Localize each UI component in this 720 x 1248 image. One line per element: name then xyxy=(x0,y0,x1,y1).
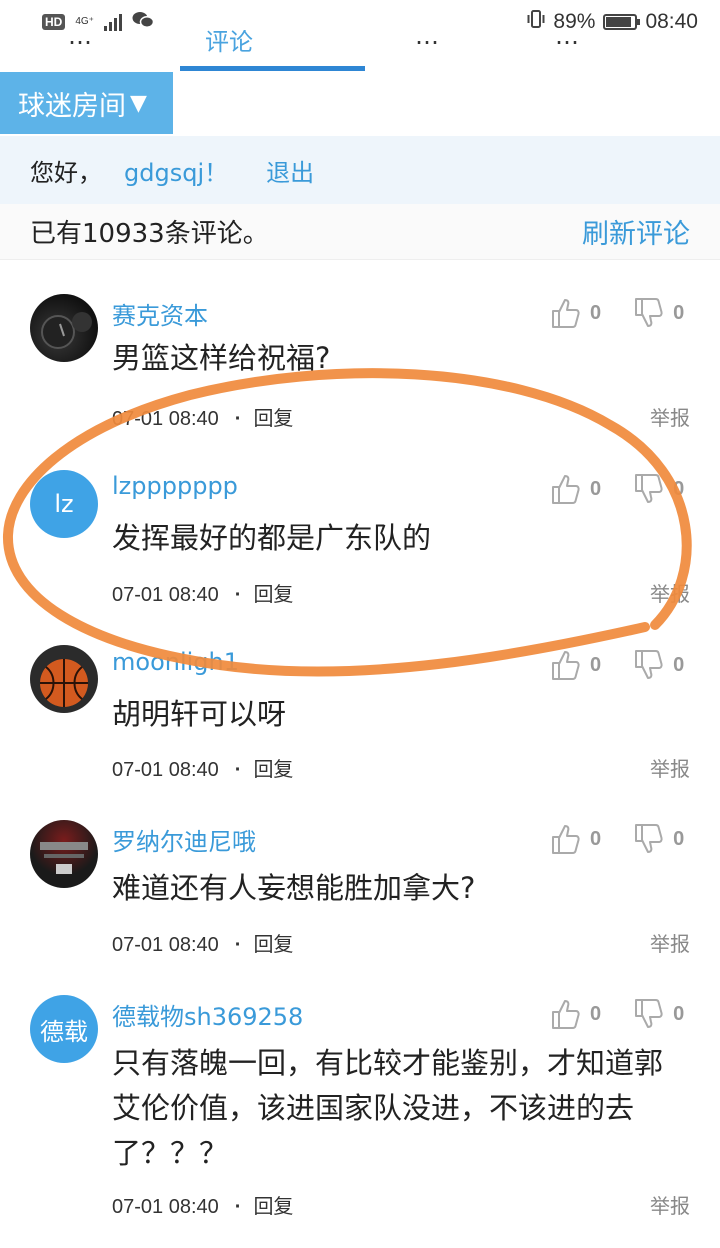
comment-meta: 07-01 08:40 · 回复 xyxy=(112,1194,294,1218)
avatar[interactable]: lz xyxy=(30,470,98,538)
avatar-initials: lz xyxy=(54,490,74,518)
vote-group: 0 0 xyxy=(550,472,684,506)
chevron-down-icon: ▼ xyxy=(130,90,147,116)
comment-username[interactable]: 德载物sh369258 xyxy=(112,997,303,1032)
tab-3[interactable]: … xyxy=(415,30,439,50)
avatar[interactable] xyxy=(30,645,98,713)
reply-button[interactable]: 回复 xyxy=(253,757,293,781)
refresh-comments-button[interactable]: 刷新评论 xyxy=(582,212,690,251)
dislike-button[interactable]: 0 xyxy=(633,997,684,1031)
signal-icon xyxy=(103,13,122,31)
comment-username[interactable]: 罗纳尔迪尼哦 xyxy=(112,822,256,857)
comment-count: 已有10933条评论。 xyxy=(30,219,269,249)
thumbs-up-icon xyxy=(552,825,580,854)
reply-button[interactable]: 回复 xyxy=(253,406,293,430)
tab-4[interactable]: … xyxy=(555,30,579,50)
thumbs-down-icon xyxy=(635,650,663,679)
fan-room-dropdown[interactable]: 球迷房间 ▼ xyxy=(0,72,173,134)
thumbs-down-icon xyxy=(635,824,663,853)
dislike-count: 0 xyxy=(673,477,685,500)
tab-1[interactable]: … xyxy=(68,30,92,50)
comment-time: 07-01 08:40 xyxy=(112,408,219,430)
avatar[interactable] xyxy=(30,820,98,888)
report-button[interactable]: 举报 xyxy=(650,578,690,607)
dislike-button[interactable]: 0 xyxy=(633,472,684,506)
battery-icon xyxy=(603,14,641,30)
comment-count-bar: 已有10933条评论。 刷新评论 xyxy=(0,204,720,260)
comment-meta: 07-01 08:40 · 回复 xyxy=(112,932,294,956)
like-count: 0 xyxy=(590,827,602,850)
battery-fill xyxy=(606,17,632,27)
dislike-count: 0 xyxy=(673,1002,685,1025)
greeting-bar: 您好， gdgsqj！ 退出 xyxy=(0,136,720,204)
vote-group: 0 0 xyxy=(550,822,684,856)
comment-meta: 07-01 08:40 · 回复 xyxy=(112,406,294,430)
comment-text: 难道还有人妄想能胜加拿大? xyxy=(112,871,476,905)
dislike-button[interactable]: 0 xyxy=(633,822,684,856)
comment-meta: 07-01 08:40 · 回复 xyxy=(112,757,294,781)
comment-text: 胡明轩可以呀 xyxy=(112,697,287,731)
active-tab-indicator xyxy=(180,66,365,71)
thumbs-down-icon xyxy=(635,298,663,327)
thumbs-up-icon xyxy=(552,1000,580,1029)
reply-button[interactable]: 回复 xyxy=(253,1194,293,1218)
poster-avatar-image xyxy=(40,842,88,874)
comment-text: 男篮这样给祝福? xyxy=(112,341,331,375)
like-button[interactable]: 0 xyxy=(550,822,601,856)
network-type-label: 4G⁺ xyxy=(75,16,94,27)
tab-comments[interactable]: 评论 xyxy=(205,30,253,57)
like-button[interactable]: 0 xyxy=(550,648,601,682)
dislike-count: 0 xyxy=(673,827,685,850)
tab-bar: … 评论 … … xyxy=(0,30,720,70)
like-count: 0 xyxy=(590,301,602,324)
reply-button[interactable]: 回复 xyxy=(253,932,293,956)
report-button[interactable]: 举报 xyxy=(650,402,690,431)
dislike-button[interactable]: 0 xyxy=(633,648,684,682)
dislike-button[interactable]: 0 xyxy=(633,296,684,330)
vote-group: 0 0 xyxy=(550,296,684,330)
avatar[interactable] xyxy=(30,294,98,362)
thumbs-down-icon xyxy=(635,474,663,503)
like-button[interactable]: 0 xyxy=(550,472,601,506)
avatar-initials: 德载 xyxy=(40,1017,88,1046)
dislike-count: 0 xyxy=(673,301,685,324)
basketball-avatar-image xyxy=(40,659,88,707)
hd-icon: HD xyxy=(42,14,66,30)
avatar[interactable]: 德载 xyxy=(30,995,98,1063)
avatar-image xyxy=(41,312,92,349)
like-count: 0 xyxy=(590,477,602,500)
comment-text: 发挥最好的都是广东队的 xyxy=(112,521,432,555)
like-count: 0 xyxy=(590,1002,602,1025)
comment-time: 07-01 08:40 xyxy=(112,759,219,781)
greeting-prefix: 您好， xyxy=(30,158,102,187)
report-button[interactable]: 举报 xyxy=(650,753,690,782)
vote-group: 0 0 xyxy=(550,997,684,1031)
report-button[interactable]: 举报 xyxy=(650,928,690,957)
comment-username[interactable]: moonligh1 xyxy=(112,648,239,676)
logout-link[interactable]: 退出 xyxy=(266,153,314,188)
reply-button[interactable]: 回复 xyxy=(253,582,293,606)
thumbs-up-icon xyxy=(552,299,580,328)
vote-group: 0 0 xyxy=(550,648,684,682)
comment-username[interactable]: 赛克资本 xyxy=(112,296,208,331)
comment-time: 07-01 08:40 xyxy=(112,1196,219,1218)
thumbs-up-icon xyxy=(552,651,580,680)
like-button[interactable]: 0 xyxy=(550,296,601,330)
dislike-count: 0 xyxy=(673,653,685,676)
comment-text: 只有落魄一回，有比较才能鉴别，才知道郭艾伦价值，该进国家队没进，不该进的去了？？… xyxy=(112,1046,664,1170)
thumbs-down-icon xyxy=(635,999,663,1028)
like-button[interactable]: 0 xyxy=(550,997,601,1031)
report-button[interactable]: 举报 xyxy=(650,1190,690,1219)
comment-username[interactable]: lzppppppp xyxy=(112,472,238,500)
comment-time: 07-01 08:40 xyxy=(112,584,219,606)
current-username[interactable]: gdgsqj！ xyxy=(124,153,228,188)
comment-time: 07-01 08:40 xyxy=(112,934,219,956)
thumbs-up-icon xyxy=(552,475,580,504)
like-count: 0 xyxy=(590,653,602,676)
fan-room-label: 球迷房间 xyxy=(18,90,126,122)
comment-meta: 07-01 08:40 · 回复 xyxy=(112,582,294,606)
